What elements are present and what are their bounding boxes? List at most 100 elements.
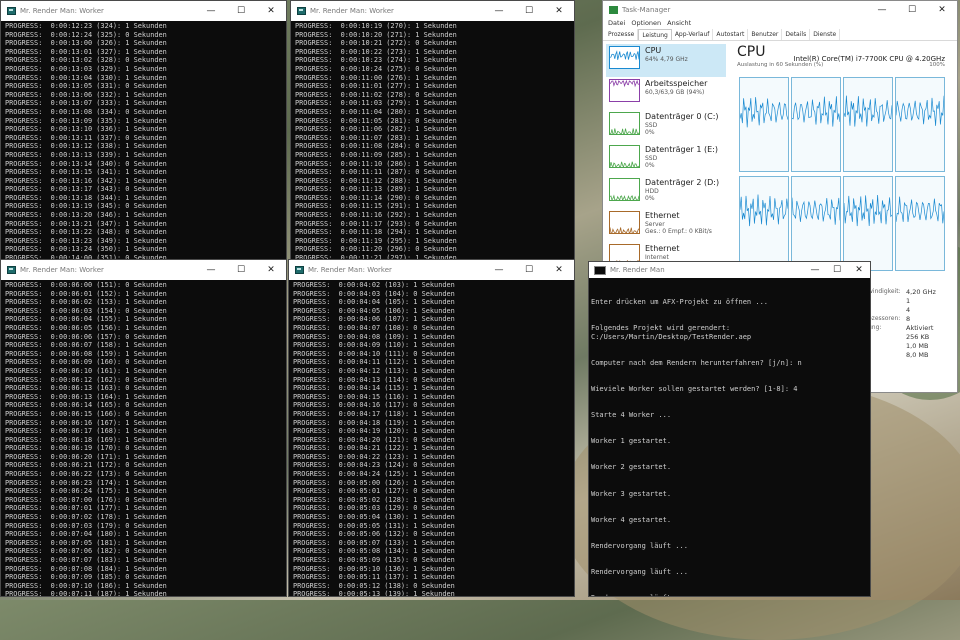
worker-1-output: PROGRESS: 0:00:12:23 (324): 1 Sekunden PR… xyxy=(1,21,286,261)
console-line: PROGRESS: 0:00:06:03 (154): 0 Sekunden xyxy=(5,306,167,315)
console-line: PROGRESS: 0:00:07:08 (184): 1 Sekunden xyxy=(5,564,167,573)
console-line: PROGRESS: 0:00:10:23 (274): 1 Sekunden xyxy=(295,56,457,65)
worker-window-4[interactable]: Mr. Render Man: Worker — ☐ ✕ PROGRESS: 0… xyxy=(288,259,575,597)
console-line: PROGRESS: 0:00:13:15 (341): 1 Sekunden xyxy=(5,168,167,177)
sidebar-item-cpu[interactable]: CPU 64% 4,79 GHz xyxy=(606,44,726,77)
console-line: PROGRESS: 0:00:06:05 (156): 1 Sekunden xyxy=(5,323,167,332)
tab-benutzer[interactable]: Benutzer xyxy=(748,29,783,40)
console-line: PROGRESS: 0:00:13:11 (337): 0 Sekunden xyxy=(5,133,167,142)
sidebar-item-ethernet[interactable]: Ethernet Server Ges.: 0 Empf.: 0 KBit/s xyxy=(606,209,726,242)
console-line: PROGRESS: 0:00:10:20 (271): 1 Sekunden xyxy=(295,30,457,39)
sidebar-item-datentr-ger-2-d-[interactable]: Datenträger 2 (D:) HDD 0% xyxy=(606,176,726,209)
console-line: PROGRESS: 0:00:06:06 (157): 0 Sekunden xyxy=(5,332,167,341)
console-line: PROGRESS: 0:00:10:24 (275): 0 Sekunden xyxy=(295,64,457,73)
tab-details[interactable]: Details xyxy=(782,29,811,40)
console-line: PROGRESS: 0:00:06:14 (165): 0 Sekunden xyxy=(5,401,167,410)
tab-app-verlauf[interactable]: App-Verlauf xyxy=(672,29,714,40)
maximize-button[interactable]: ☐ xyxy=(226,1,256,21)
console-line: PROGRESS: 0:00:11:15 (291): 1 Sekunden xyxy=(295,202,457,211)
minimize-button[interactable]: — xyxy=(867,1,897,19)
close-button[interactable]: ✕ xyxy=(256,1,286,21)
tab-dienste[interactable]: Dienste xyxy=(810,29,841,40)
console-line: Rendervorgang läuft ... xyxy=(591,541,688,550)
main-console-titlebar[interactable]: Mr. Render Man — ☐ ✕ xyxy=(589,262,870,278)
sidebar-item-datentr-ger-1-e-[interactable]: Datenträger 1 (E:) SSD 0% xyxy=(606,143,726,176)
sidebar-item-datentr-ger-0-c-[interactable]: Datenträger 0 (C:) SSD 0% xyxy=(606,110,726,143)
cpu-stat-label xyxy=(868,306,901,315)
worker-window-2[interactable]: Mr. Render Man: Worker — ☐ ✕ PROGRESS: 0… xyxy=(290,0,575,262)
tab-prozesse[interactable]: Prozesse xyxy=(605,29,639,40)
sidebar-item-detail: 64% 4,79 GHz xyxy=(645,56,688,63)
cpu-stats-values: 4,20 GHz 1 4 8 Aktiviert 256 KB 1,0 MB 8,0 MB xyxy=(906,288,936,360)
cpu-stat-value: 1 xyxy=(906,297,911,305)
console-line: Rendervorgang läuft ... xyxy=(591,594,870,596)
console-line: PROGRESS: 0:00:07:04 (180): 1 Sekunden xyxy=(5,530,167,539)
console-line: PROGRESS: 0:00:07:03 (179): 0 Sekunden xyxy=(5,521,167,530)
worker-window-1[interactable]: Mr. Render Man: Worker — ☐ ✕ PROGRESS: 0… xyxy=(0,0,287,262)
console-line: PROGRESS: 0:00:13:16 (342): 1 Sekunden xyxy=(5,176,167,185)
console-line: PROGRESS: 0:00:07:09 (185): 0 Sekunden xyxy=(5,573,167,582)
console-line: PROGRESS: 0:00:07:01 (177): 1 Sekunden xyxy=(5,504,167,513)
main-console-title: Mr. Render Man xyxy=(610,266,665,274)
tab-autostart[interactable]: Autostart xyxy=(713,29,749,40)
maximize-button[interactable]: ☐ xyxy=(514,1,544,21)
minimize-button[interactable]: — xyxy=(484,260,514,280)
close-button[interactable]: ✕ xyxy=(544,1,574,21)
console-line: PROGRESS: 0:00:12:24 (325): 0 Sekunden xyxy=(5,30,167,39)
worker-4-titlebar[interactable]: Mr. Render Man: Worker — ☐ ✕ xyxy=(289,260,574,280)
worker-1-titlebar[interactable]: Mr. Render Man: Worker — ☐ ✕ xyxy=(1,1,286,21)
close-button[interactable]: ✕ xyxy=(256,260,286,280)
console-line: PROGRESS: 0:00:04:20 (121): 0 Sekunden xyxy=(293,435,455,444)
close-button[interactable]: ✕ xyxy=(544,260,574,280)
menu-optionen[interactable]: Optionen xyxy=(631,19,661,29)
minimize-button[interactable]: — xyxy=(196,1,226,21)
menu-datei[interactable]: Datei xyxy=(608,19,625,29)
console-line: PROGRESS: 0:00:06:12 (162): 0 Sekunden xyxy=(5,375,167,384)
console-line: PROGRESS: 0:00:13:23 (349): 1 Sekunden xyxy=(5,236,167,245)
console-line: PROGRESS: 0:00:06:23 (174): 1 Sekunden xyxy=(5,478,167,487)
main-console-window[interactable]: Mr. Render Man — ☐ ✕ Enter drücken um AF… xyxy=(588,261,871,597)
console-line: PROGRESS: 0:00:13:20 (346): 1 Sekunden xyxy=(5,211,167,220)
sidebar-graph-thumbnail xyxy=(609,46,640,69)
console-line: PROGRESS: 0:00:07:07 (183): 1 Sekunden xyxy=(5,556,167,564)
sidebar-item-detail: SSD xyxy=(645,122,658,129)
cpu-core-graph xyxy=(843,176,893,271)
menu-ansicht[interactable]: Ansicht xyxy=(667,19,691,29)
sidebar-item-name: CPU xyxy=(645,46,662,55)
worker-1-title: Mr. Render Man: Worker xyxy=(20,7,104,15)
worker-window-3[interactable]: Mr. Render Man: Worker — ☐ ✕ PROGRESS: 0… xyxy=(0,259,287,597)
sidebar-item-arbeitsspeicher[interactable]: Arbeitsspeicher 60,3/63,9 GB (94%) xyxy=(606,77,726,110)
worker-2-titlebar[interactable]: Mr. Render Man: Worker — ☐ ✕ xyxy=(291,1,574,21)
maximize-button[interactable]: ☐ xyxy=(897,1,927,19)
maximize-button[interactable]: ☐ xyxy=(226,260,256,280)
cpu-model-name: Intel(R) Core(TM) i7-7700K CPU @ 4.20GHz xyxy=(793,55,945,63)
maximize-button[interactable]: ☐ xyxy=(826,262,848,278)
close-button[interactable]: ✕ xyxy=(848,262,870,278)
console-line: PROGRESS: 0:00:11:12 (288): 1 Sekunden xyxy=(295,176,457,185)
minimize-button[interactable]: — xyxy=(484,1,514,21)
console-line: PROGRESS: 0:00:04:03 (104): 0 Sekunden xyxy=(293,289,455,298)
console-line: PROGRESS: 0:00:04:04 (105): 1 Sekunden xyxy=(293,298,455,307)
sidebar-item-name: Arbeitsspeicher xyxy=(645,79,708,88)
console-line: C:/Users/Martin/Desktop/TestRender.aep xyxy=(591,333,752,342)
console-app-icon xyxy=(7,7,16,15)
maximize-button[interactable]: ☐ xyxy=(514,260,544,280)
console-line: PROGRESS: 0:00:05:02 (128): 1 Sekunden xyxy=(293,495,455,504)
minimize-button[interactable]: — xyxy=(196,260,226,280)
console-line: PROGRESS: 0:00:04:06 (107): 1 Sekunden xyxy=(293,315,455,324)
tab-leistung[interactable]: Leistung xyxy=(638,29,672,40)
console-line: PROGRESS: 0:00:06:07 (158): 1 Sekunden xyxy=(5,341,167,350)
cpu-stat-value: 4,20 GHz xyxy=(906,288,936,296)
minimize-button[interactable]: — xyxy=(804,262,826,278)
task-manager-titlebar[interactable]: Task-Manager — ☐ ✕ xyxy=(603,1,957,19)
close-button[interactable]: ✕ xyxy=(927,1,957,19)
worker-3-titlebar[interactable]: Mr. Render Man: Worker — ☐ ✕ xyxy=(1,260,286,280)
console-line: PROGRESS: 0:00:05:09 (135): 0 Sekunden xyxy=(293,556,455,564)
